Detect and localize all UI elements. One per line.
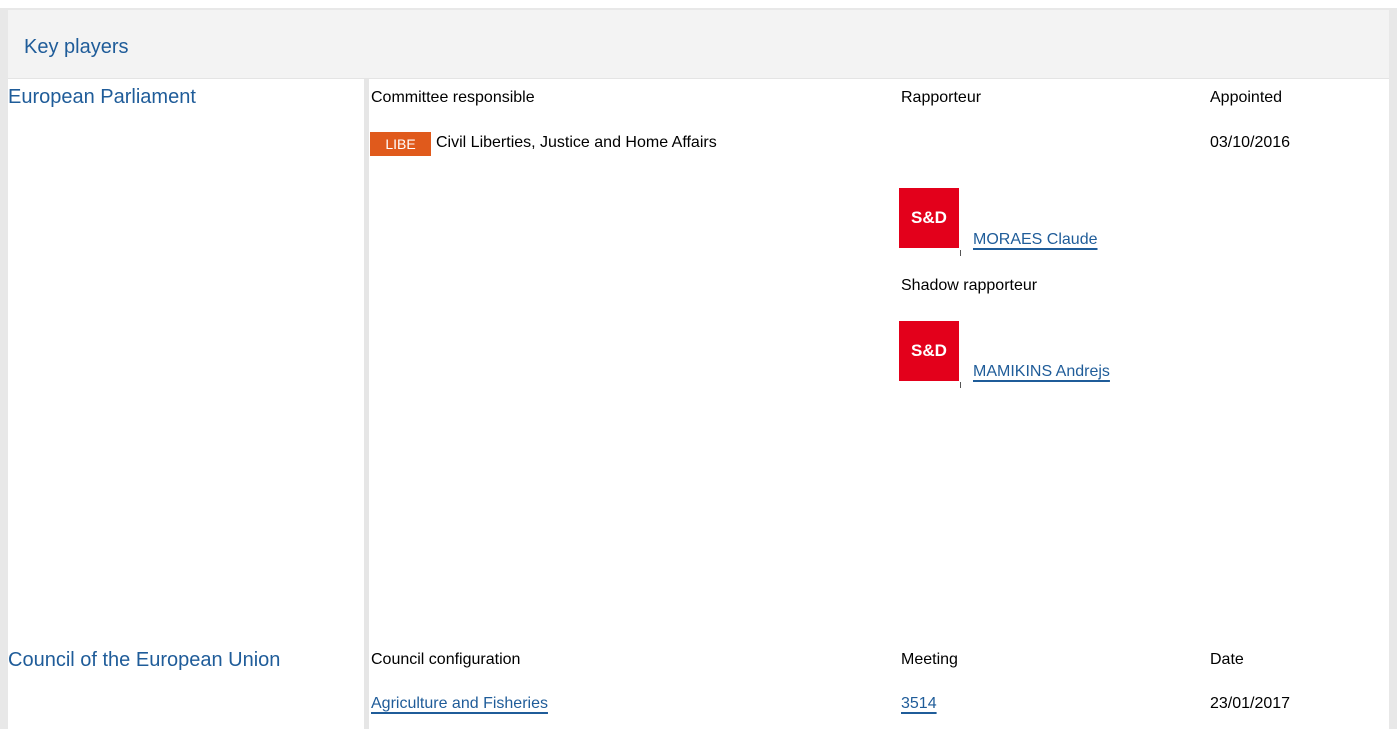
panel-title: Key players [24, 36, 129, 58]
right-border [1389, 10, 1397, 729]
shadow-rapporteur-link[interactable]: MAMIKINS Andrejs [973, 363, 1110, 381]
logo-caption-mark [960, 250, 961, 256]
committee-name: Civil Liberties, Justice and Home Affair… [436, 134, 717, 151]
sd-party-logo-shadow: S&D [899, 321, 959, 381]
shadow-rapporteur-label: Shadow rapporteur [901, 277, 1038, 294]
committee-responsible-header: Committee responsible [371, 89, 535, 106]
sd-party-logo: S&D [899, 188, 959, 248]
council-configuration-header: Council configuration [371, 651, 521, 668]
meeting-header: Meeting [901, 651, 958, 668]
appointed-date: 03/10/2016 [1210, 134, 1291, 151]
left-border [0, 10, 8, 729]
rapporteur-header: Rapporteur [901, 89, 982, 106]
council-section-title: Council of the European Union [8, 649, 281, 671]
panel-header [0, 10, 1397, 79]
column-divider [364, 79, 369, 729]
rapporteur-link[interactable]: MORAES Claude [973, 231, 1098, 249]
council-configuration-link[interactable]: Agriculture and Fisheries [371, 695, 548, 713]
appointed-header: Appointed [1210, 89, 1283, 106]
date-header: Date [1210, 651, 1244, 668]
meeting-date: 23/01/2017 [1210, 695, 1291, 712]
key-players-panel [0, 8, 1397, 731]
meeting-link[interactable]: 3514 [901, 695, 937, 713]
logo-caption-mark-shadow [960, 382, 961, 388]
ep-section-title: European Parliament [8, 86, 196, 108]
committee-code-badge: LIBE [370, 132, 431, 156]
